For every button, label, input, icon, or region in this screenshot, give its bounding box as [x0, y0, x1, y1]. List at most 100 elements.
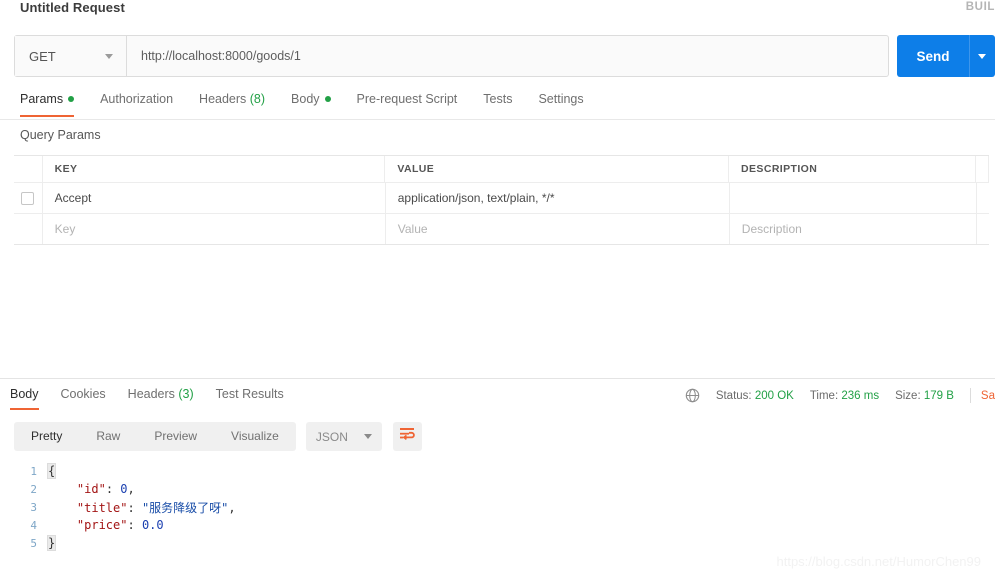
chevron-down-icon — [105, 54, 113, 59]
format-select[interactable]: JSON — [305, 422, 382, 451]
url-bar: GET — [14, 35, 889, 77]
size-info: Size: 179 B — [895, 390, 954, 402]
code-token-str: "服务降级了呀" — [141, 500, 229, 515]
tab-label: Settings — [538, 92, 584, 106]
param-value-cell[interactable]: Value — [386, 214, 730, 244]
code-token-punc: : — [127, 500, 142, 515]
code-token-punc: : — [127, 518, 142, 532]
response-tab-cookies[interactable]: Cookies — [61, 385, 106, 410]
code-line: 1{ — [0, 462, 995, 480]
send-group: Send — [897, 35, 995, 77]
header-cell-description: DESCRIPTION — [729, 156, 976, 182]
code-token-punc: : — [105, 482, 121, 496]
code-token-key: "id" — [76, 482, 106, 496]
code-line: 2 "id": 0, — [0, 480, 995, 498]
tab-label: Authorization — [100, 92, 174, 106]
row-tail-cell — [977, 214, 989, 244]
param-key-cell[interactable]: Key — [43, 214, 386, 244]
tab-label: Body — [10, 387, 39, 401]
tab-label: Params — [20, 92, 64, 106]
size-label: Size: — [895, 389, 921, 402]
time-info: Time: 236 ms — [810, 390, 879, 402]
view-mode-pretty[interactable]: Pretty — [14, 422, 79, 451]
response-divider — [0, 378, 995, 379]
row-tail-cell — [977, 183, 989, 213]
view-mode-segmented: Pretty Raw Preview Visualize — [14, 422, 296, 451]
code-text: "price": 0.0 — [48, 518, 164, 532]
code-token-punc: , — [127, 482, 135, 496]
status-info: Status: 200 OK — [716, 390, 794, 402]
postman-window: Untitled Request BUIL GET Send Params Aut… — [0, 0, 995, 578]
title-row: Untitled Request BUIL — [0, 0, 995, 24]
tab-count: (8) — [246, 92, 266, 106]
row-checkbox[interactable] — [21, 191, 35, 205]
tab-label: Body — [291, 92, 320, 106]
response-meta: Status: 200 OK Time: 236 ms Size: 179 B … — [685, 388, 995, 403]
status-value: 200 OK — [754, 389, 794, 402]
param-key-cell[interactable]: Accept — [43, 183, 386, 213]
tab-headers[interactable]: Headers (8) — [199, 88, 265, 117]
tab-label: Pre-request Script — [356, 92, 458, 106]
send-button[interactable]: Send — [897, 35, 969, 77]
row-checkbox-cell — [14, 183, 43, 213]
watermark: https://blog.csdn.net/HumorChen99 — [776, 554, 981, 569]
response-tab-headers[interactable]: Headers (3) — [128, 385, 194, 410]
line-number: 5 — [30, 536, 37, 550]
table-row: Key Value Description — [14, 213, 989, 244]
code-line: 4 "price": 0.0 — [0, 516, 995, 534]
query-params-table: KEY VALUE DESCRIPTION Accept application/… — [14, 155, 989, 245]
chevron-down-icon — [363, 434, 372, 439]
save-response-button[interactable]: Sa — [981, 390, 995, 402]
time-value: 236 ms — [841, 389, 880, 402]
header-cell-value: VALUE — [385, 156, 730, 182]
request-tabs: Params Authorization Headers (8) Body Pre-re… — [0, 88, 995, 120]
tab-pre-request-script[interactable]: Pre-request Script — [357, 88, 458, 117]
build-label: BUIL — [965, 1, 995, 13]
view-mode-preview[interactable]: Preview — [137, 422, 214, 451]
response-tab-body[interactable]: Body — [10, 385, 39, 410]
line-number: 1 — [30, 464, 37, 478]
send-options-button[interactable] — [969, 35, 995, 77]
tab-label: Cookies — [60, 387, 106, 401]
code-token-num: 0.0 — [141, 518, 164, 532]
header-cell-key: KEY — [43, 156, 386, 182]
tab-label: Test Results — [215, 387, 284, 401]
response-body-code[interactable]: 1{2 "id": 0, 3 "title": "服务降级了呀", 4 "price… — [0, 462, 995, 552]
header-cell-checkbox — [14, 156, 43, 182]
param-value-cell[interactable]: application/json, text/plain, */* — [386, 183, 730, 213]
tab-params[interactable]: Params — [20, 88, 75, 117]
response-tab-test-results[interactable]: Test Results — [216, 385, 284, 410]
page-title: Untitled Request — [20, 0, 125, 15]
tab-settings[interactable]: Settings — [538, 88, 583, 117]
tab-body[interactable]: Body — [291, 88, 331, 117]
response-tabs: Body Cookies Headers (3) Test Results — [0, 385, 620, 413]
url-input[interactable] — [127, 36, 888, 76]
modified-dot-icon — [68, 96, 75, 102]
tab-label: Headers — [199, 92, 247, 106]
tab-authorization[interactable]: Authorization — [100, 88, 173, 117]
code-token-brace: { — [46, 463, 57, 479]
table-header-row: KEY VALUE DESCRIPTION — [14, 156, 989, 182]
table-row: Accept application/json, text/plain, */* — [14, 182, 989, 213]
row-checkbox-cell — [14, 214, 43, 244]
code-token-key: "title" — [76, 500, 128, 515]
header-cell-tail — [976, 156, 989, 182]
query-params-label: Query Params — [20, 128, 101, 142]
code-text: { — [46, 463, 57, 479]
word-wrap-button[interactable] — [392, 422, 422, 451]
tab-tests[interactable]: Tests — [483, 88, 512, 117]
line-number: 3 — [30, 500, 37, 514]
table-body: Accept application/json, text/plain, */* K… — [14, 182, 989, 244]
tab-label: Headers — [127, 387, 175, 401]
time-label: Time: — [809, 389, 839, 402]
view-mode-raw[interactable]: Raw — [79, 422, 137, 451]
tabs-divider — [0, 119, 995, 120]
param-description-cell[interactable] — [730, 183, 977, 213]
code-token-brace: } — [46, 535, 57, 551]
param-description-cell[interactable]: Description — [730, 214, 977, 244]
size-value: 179 B — [923, 389, 954, 402]
code-line: 5} — [0, 534, 995, 552]
view-mode-visualize[interactable]: Visualize — [214, 422, 296, 451]
http-method-select[interactable]: GET — [15, 36, 127, 76]
code-text: "title": "服务降级了呀", — [48, 499, 236, 516]
